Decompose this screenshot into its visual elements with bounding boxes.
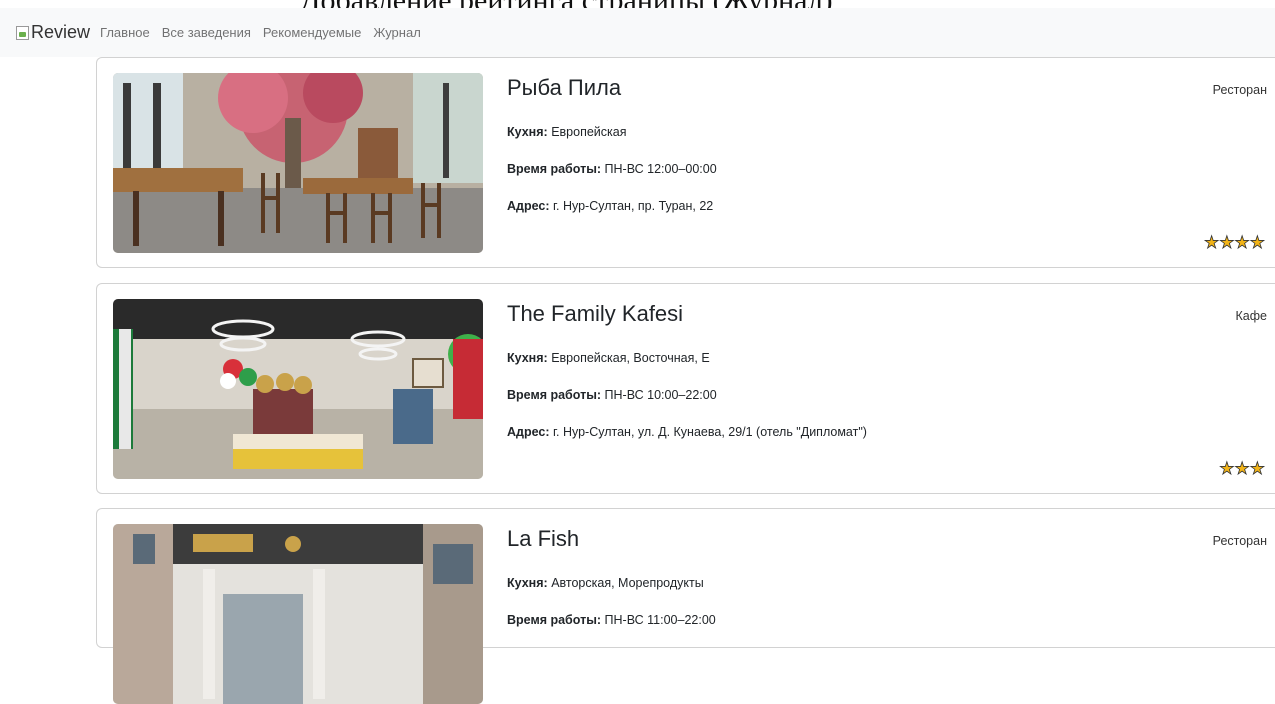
star-icon: ★ bbox=[1204, 233, 1220, 253]
cuisine-line: Кухня: Авторская, Морепродукты bbox=[507, 576, 704, 590]
broken-image-icon bbox=[16, 25, 29, 40]
address-value: г. Нур-Султан, пр. Туран, 22 bbox=[552, 199, 714, 213]
star-rating: ★ ★ ★ bbox=[1219, 459, 1266, 479]
cuisine-line: Кухня: Европейская, Восточная, Е bbox=[507, 351, 710, 365]
nav-link-recommended[interactable]: Рекомендуемые bbox=[263, 25, 361, 40]
cuisine-value: Европейская, Восточная, Е bbox=[551, 351, 710, 365]
restaurant-exterior-image bbox=[113, 524, 483, 704]
cafe-interior-image bbox=[113, 299, 483, 479]
restaurant-type: Ресторан bbox=[1212, 83, 1267, 97]
star-icon: ★ bbox=[1234, 233, 1250, 253]
hours-value: ПН-ВС 10:00–22:00 bbox=[604, 388, 717, 402]
cuisine-label: Кухня: bbox=[507, 351, 548, 365]
restaurant-photo[interactable] bbox=[113, 73, 483, 253]
nav-link-main[interactable]: Главное bbox=[100, 25, 150, 40]
brand-logo[interactable]: Review bbox=[16, 22, 90, 43]
hours-line: Время работы: ПН-ВС 11:00–22:00 bbox=[507, 613, 716, 627]
restaurant-interior-image bbox=[113, 73, 483, 253]
restaurant-name[interactable]: Рыба Пила bbox=[507, 75, 621, 101]
restaurant-photo[interactable] bbox=[113, 524, 483, 704]
address-label: Адрес: bbox=[507, 425, 550, 439]
address-value: г. Нур-Султан, ул. Д. Кунаева, 29/1 (оте… bbox=[552, 425, 867, 439]
address-line: Адрес: г. Нур-Султан, пр. Туран, 22 bbox=[507, 199, 713, 213]
cuisine-value: Авторская, Морепродукты bbox=[551, 576, 704, 590]
star-icon: ★ bbox=[1249, 233, 1265, 253]
restaurant-card[interactable]: La Fish Ресторан Кухня: Авторская, Мореп… bbox=[96, 508, 1275, 704]
hours-value: ПН-ВС 11:00–22:00 bbox=[604, 613, 716, 627]
cuisine-label: Кухня: bbox=[507, 576, 548, 590]
brand-alt-text: Review bbox=[31, 22, 91, 42]
address-line: Адрес: г. Нур-Султан, ул. Д. Кунаева, 29… bbox=[507, 425, 867, 439]
navbar: Review Главное Все заведения Рекомендуем… bbox=[0, 8, 1275, 57]
restaurant-card[interactable]: Рыба Пила Ресторан Кухня: Европейская Вр… bbox=[96, 57, 1275, 268]
hours-value: ПН-ВС 12:00–00:00 bbox=[604, 162, 717, 176]
nav-link-all-places[interactable]: Все заведения bbox=[162, 25, 251, 40]
restaurant-name[interactable]: La Fish bbox=[507, 526, 579, 552]
restaurant-type: Кафе bbox=[1235, 309, 1267, 323]
restaurant-photo[interactable] bbox=[113, 299, 483, 479]
cropped-page-heading: Добавление рейтинга страницы (Журнал) bbox=[300, 0, 1130, 8]
hours-label: Время работы: bbox=[507, 388, 602, 402]
star-icon: ★ bbox=[1249, 459, 1265, 479]
hours-line: Время работы: ПН-ВС 10:00–22:00 bbox=[507, 388, 717, 402]
star-rating: ★ ★ ★ ★ bbox=[1204, 233, 1266, 253]
restaurant-type: Ресторан bbox=[1212, 534, 1267, 548]
cuisine-line: Кухня: Европейская bbox=[507, 125, 627, 139]
star-icon: ★ bbox=[1219, 233, 1235, 253]
cuisine-value: Европейская bbox=[551, 125, 627, 139]
nav-link-journal[interactable]: Журнал bbox=[373, 25, 420, 40]
hours-line: Время работы: ПН-ВС 12:00–00:00 bbox=[507, 162, 717, 176]
cuisine-label: Кухня: bbox=[507, 125, 548, 139]
hours-label: Время работы: bbox=[507, 162, 602, 176]
star-icon: ★ bbox=[1234, 459, 1250, 479]
restaurant-name[interactable]: The Family Kafesi bbox=[507, 301, 683, 327]
restaurant-card[interactable]: The Family Kafesi Кафе Кухня: Европейска… bbox=[96, 283, 1275, 494]
star-icon: ★ bbox=[1219, 459, 1235, 479]
address-label: Адрес: bbox=[507, 199, 550, 213]
hours-label: Время работы: bbox=[507, 613, 602, 627]
